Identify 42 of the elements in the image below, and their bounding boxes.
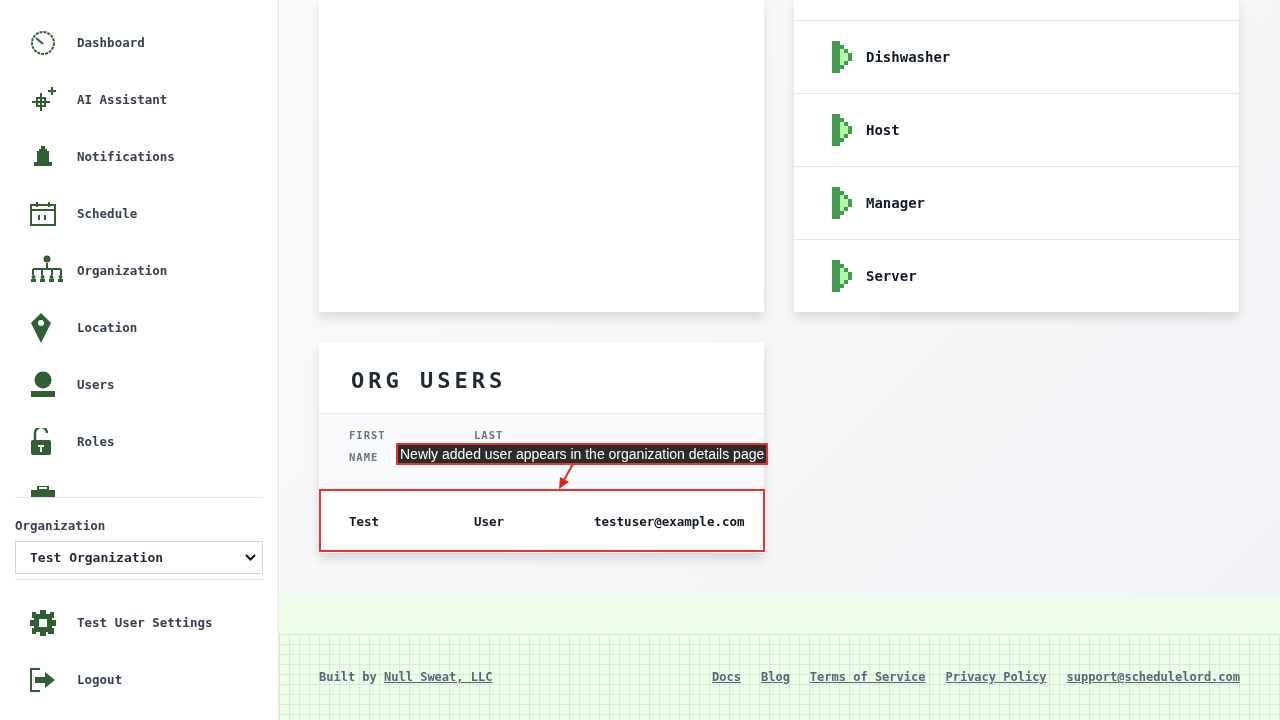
table-cell-text: Test — [349, 514, 381, 529]
column-header: FIRST NAME — [349, 428, 386, 465]
table-cell: testuser@example.com — [594, 514, 745, 529]
padlock-icon — [30, 427, 52, 456]
footer-link[interactable]: support@schedulelord.com — [1066, 670, 1240, 684]
play-icon — [832, 41, 852, 73]
organization-label: Organization — [15, 518, 107, 533]
column-header: LAST — [474, 428, 504, 443]
table-cell-text: User — [474, 514, 506, 529]
map-pin-icon — [30, 312, 52, 343]
sidebar-item[interactable]: Schedule — [0, 185, 278, 242]
sidebar-item[interactable]: Location — [0, 299, 278, 356]
user-icon — [30, 370, 56, 399]
sidebar-item[interactable]: Organization — [0, 242, 278, 299]
footer-link[interactable]: Docs — [712, 670, 741, 684]
credit-text: Built by Null Sweat, LLC — [319, 670, 493, 684]
role-name: Manager — [866, 195, 925, 211]
footer-link[interactable]: Null Sweat, LLC — [384, 670, 493, 684]
sidebar-item[interactable]: Roles — [0, 413, 278, 470]
sidebar-item[interactable]: Notifications — [0, 128, 278, 185]
play-icon — [832, 260, 852, 292]
calendar-icon — [30, 201, 56, 226]
chevron-down-icon — [245, 554, 256, 561]
sidebar-item[interactable]: Logout — [0, 651, 278, 708]
sidebar-item[interactable]: Test User Settings — [0, 594, 278, 651]
footer-link[interactable]: Terms of Service — [809, 670, 926, 684]
role-name: Dishwasher — [866, 49, 951, 65]
sidebar-item[interactable]: Dashboard — [0, 14, 278, 71]
play-icon — [832, 187, 852, 219]
role-name: Server — [866, 268, 917, 284]
settings-icon — [30, 609, 56, 636]
dashboard-icon — [30, 29, 56, 56]
sidebar-item[interactable]: AI Assistant — [0, 71, 278, 128]
annotation-label: Newly added user appears in the organization details page — [396, 443, 769, 465]
footer-link[interactable]: Blog — [760, 670, 790, 684]
role-name: Host — [866, 122, 900, 138]
sidebar-item[interactable]: Users — [0, 356, 278, 413]
logout-icon — [30, 667, 56, 692]
footer-link[interactable]: Privacy Policy — [945, 670, 1047, 684]
organization-select[interactable]: Test Organization — [15, 541, 263, 574]
sparkle-icon — [30, 86, 58, 113]
play-icon — [832, 114, 852, 146]
